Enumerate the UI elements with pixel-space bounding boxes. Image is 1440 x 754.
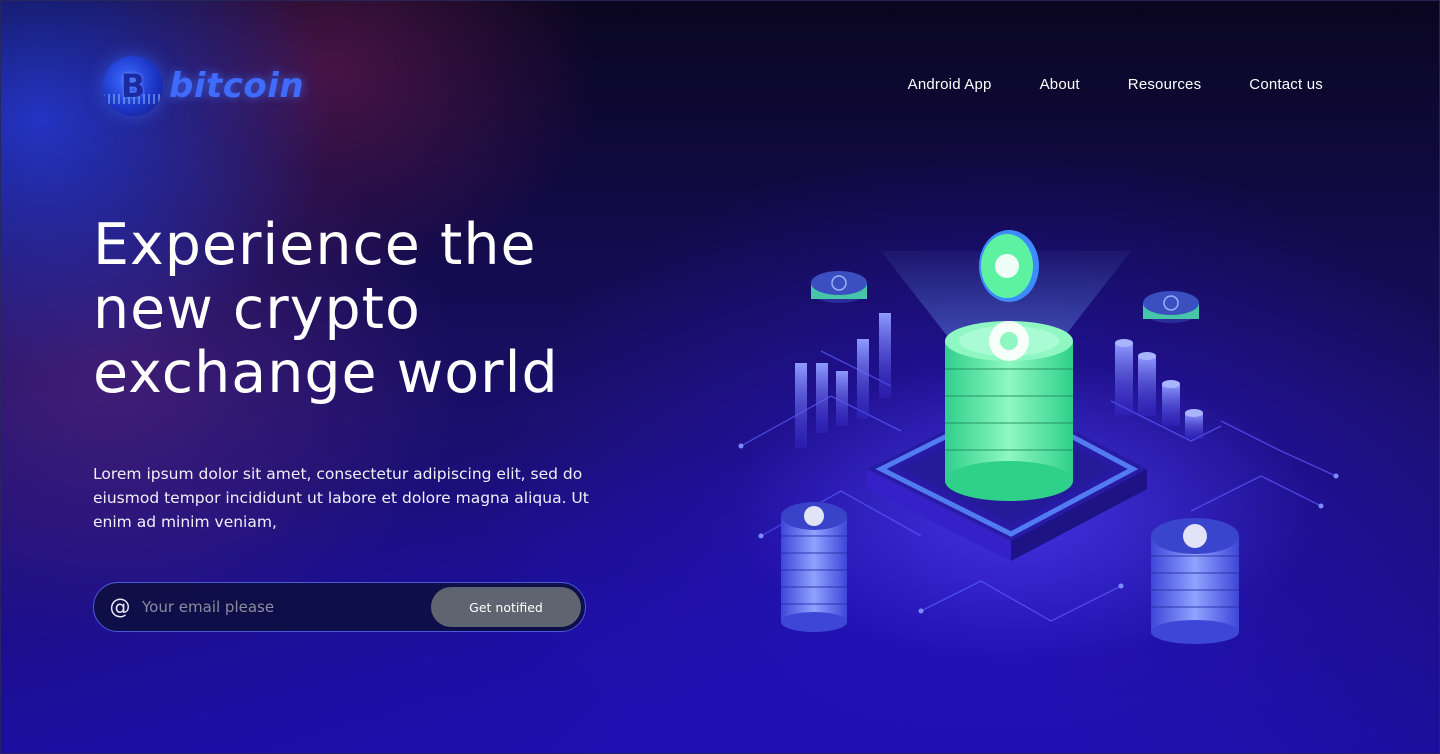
page-frame: B bitcoin Android App About Resources Co…: [0, 0, 1440, 754]
nav-item-about[interactable]: About: [1040, 76, 1080, 93]
brand-name: bitcoin: [169, 66, 305, 106]
crypto-exchange-illustration: [731, 230, 1339, 661]
email-input[interactable]: [142, 583, 431, 631]
hero-description: Lorem ipsum dolor sit amet, consectetur …: [93, 465, 589, 531]
bitcoin-logo-icon: B: [103, 56, 163, 116]
hero-title-line: new crypto: [93, 276, 421, 342]
hero-title-line: Experience the: [93, 212, 537, 278]
nav-item-android-app[interactable]: Android App: [908, 76, 992, 93]
email-signup-form: @ Get notified: [93, 582, 586, 632]
logo-mark: B: [120, 67, 146, 105]
at-sign-icon: @: [109, 595, 131, 619]
hero-title-line: exchange world: [93, 340, 559, 406]
brand-logo[interactable]: B bitcoin: [103, 55, 304, 117]
hero-title: Experience the new crypto exchange world: [93, 213, 653, 405]
nav-item-resources[interactable]: Resources: [1128, 76, 1202, 93]
main-nav: Android App About Resources Contact us: [908, 76, 1323, 93]
get-notified-button[interactable]: Get notified: [431, 587, 581, 627]
nav-item-contact-us[interactable]: Contact us: [1249, 76, 1323, 93]
